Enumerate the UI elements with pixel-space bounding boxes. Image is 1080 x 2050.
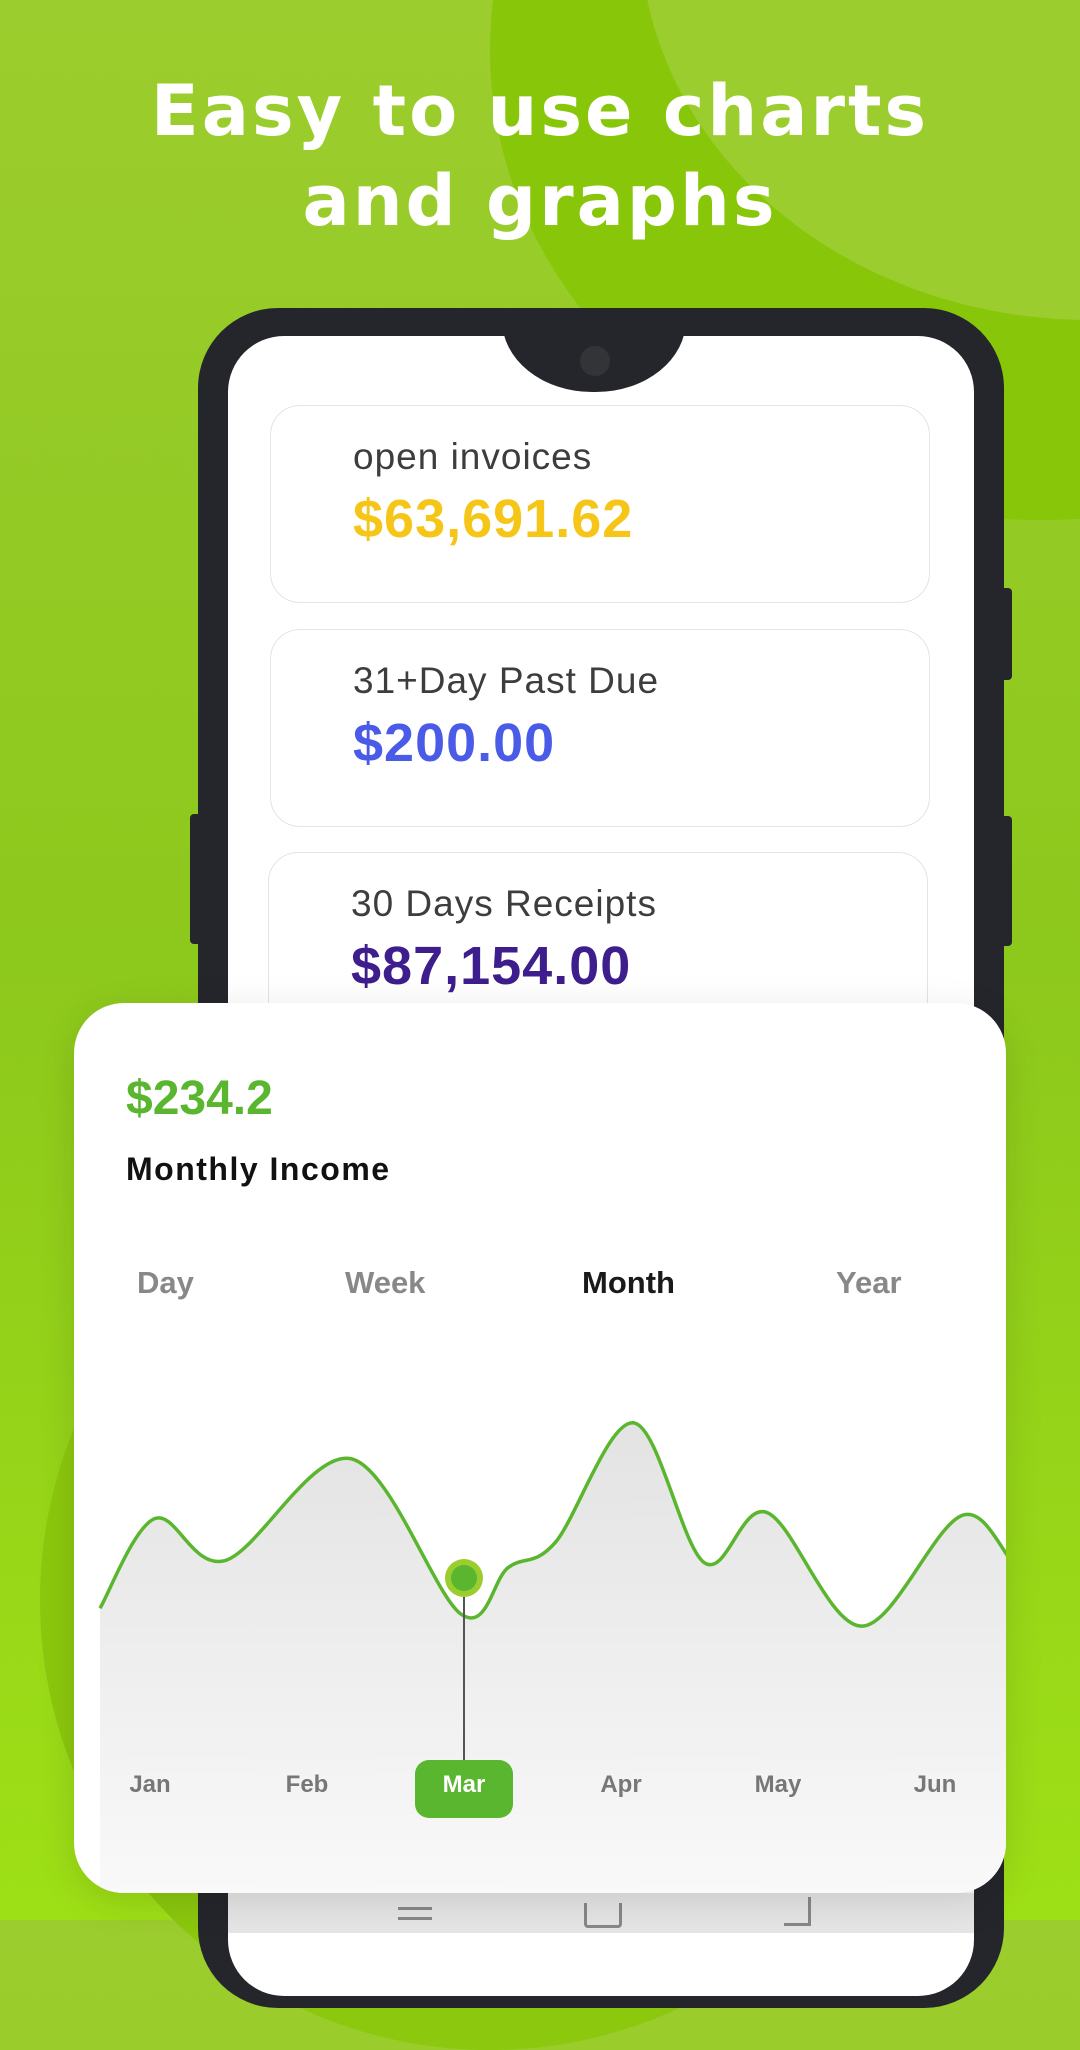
income-amount: $234.2	[126, 1072, 273, 1125]
month-label-may[interactable]: May	[728, 1771, 828, 1799]
tab-week[interactable]: Week	[345, 1265, 425, 1301]
month-label-apr[interactable]: Apr	[571, 1771, 671, 1799]
headline-line-2: and graphs	[302, 160, 778, 242]
card-value: $87,154.00	[351, 936, 632, 996]
headline-line-1: Easy to use charts	[150, 70, 930, 152]
card-label: 30 Days Receipts	[351, 883, 657, 924]
selected-point[interactable]	[451, 1565, 477, 1591]
month-label-jan[interactable]: Jan	[100, 1771, 200, 1799]
headline: Easy to use charts and graphs	[0, 66, 1080, 246]
tab-year[interactable]: Year	[836, 1265, 902, 1301]
tab-day[interactable]: Day	[137, 1265, 194, 1301]
month-label-feb[interactable]: Feb	[257, 1771, 357, 1799]
volume-button	[1000, 816, 1012, 946]
home-icon[interactable]	[584, 1903, 622, 1928]
month-label-mar[interactable]: Mar	[414, 1771, 514, 1799]
card-label: 31+Day Past Due	[353, 660, 660, 701]
power-button	[1000, 588, 1012, 680]
chart-area	[100, 1422, 1006, 1893]
side-button	[190, 814, 202, 944]
period-tabs: Day Week Month Year	[74, 1265, 1006, 1315]
card-value: $200.00	[353, 713, 556, 773]
tab-month[interactable]: Month	[582, 1265, 675, 1301]
month-label-jun[interactable]: Jun	[885, 1771, 985, 1799]
income-panel: $234.2 Monthly Income Day Week Month Yea…	[74, 1003, 1006, 1893]
back-icon[interactable]	[784, 1897, 811, 1926]
income-chart	[98, 1421, 1006, 1893]
card-label: open invoices	[353, 436, 593, 477]
card-past-due[interactable]: 31+Day Past Due $200.00	[270, 629, 930, 827]
income-title: Monthly Income	[126, 1151, 391, 1187]
card-open-invoices[interactable]: open invoices $63,691.62	[270, 405, 930, 603]
card-value: $63,691.62	[353, 489, 634, 549]
menu-icon[interactable]	[398, 1907, 432, 1910]
camera-icon	[580, 346, 610, 376]
system-nav-bar	[228, 1893, 974, 1933]
